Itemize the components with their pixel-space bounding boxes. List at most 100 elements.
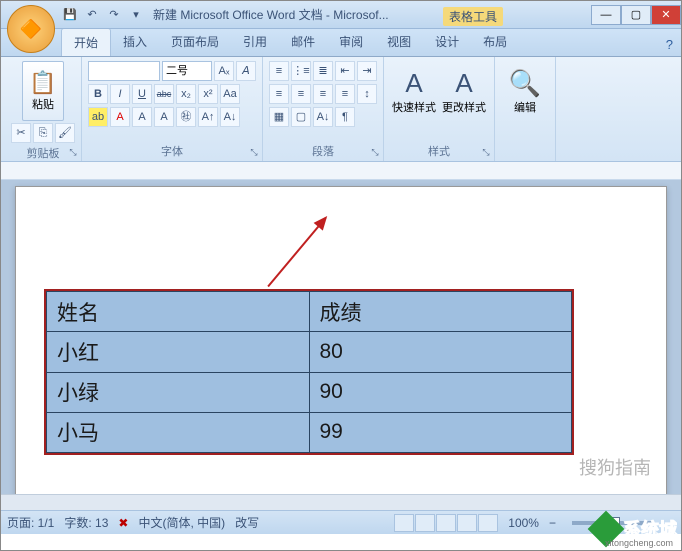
change-case-button[interactable]: Aa <box>220 84 240 104</box>
grow-font-button[interactable]: A↑ <box>198 107 218 127</box>
maximize-button[interactable]: ▢ <box>621 5 651 25</box>
group-label-styles: 样式 <box>390 141 488 159</box>
zoom-level[interactable]: 100% <box>508 516 539 530</box>
group-label-font: 字体 <box>88 141 256 159</box>
enclose-char-button[interactable]: ㊓ <box>176 107 196 127</box>
title-bar: 🔶 💾 ↶ ↷ ▾ 新建 Microsoft Office Word 文档 - … <box>1 1 681 29</box>
font-name-select[interactable] <box>88 61 160 81</box>
group-label-clipboard: 剪贴板 <box>11 143 75 161</box>
quick-styles-button[interactable]: A 快速样式 <box>390 61 438 121</box>
group-editing: 🔍 编辑 <box>495 57 556 161</box>
align-center-button[interactable]: ≡ <box>291 84 311 104</box>
table-cell[interactable]: 小绿 <box>47 372 310 412</box>
multilevel-button[interactable]: ≣ <box>313 61 333 81</box>
paragraph-launcher[interactable]: ⤡ <box>369 147 381 159</box>
show-marks-button[interactable]: ¶ <box>335 107 355 127</box>
zoom-out-button[interactable]: − <box>549 516 556 530</box>
editing-button[interactable]: 🔍 编辑 <box>501 61 549 121</box>
paste-button[interactable]: 📋 粘贴 <box>22 61 64 121</box>
editing-label: 编辑 <box>514 99 536 115</box>
italic-button[interactable]: I <box>110 84 130 104</box>
highlight-button[interactable]: ab <box>88 107 108 127</box>
phonetic-button[interactable]: A <box>132 107 152 127</box>
change-styles-button[interactable]: A 更改样式 <box>440 61 488 121</box>
tab-page-layout[interactable]: 页面布局 <box>159 28 231 56</box>
table-cell[interactable]: 姓名 <box>47 292 310 332</box>
table-cell[interactable]: 80 <box>309 332 572 372</box>
subscript-button[interactable]: x₂ <box>176 84 196 104</box>
qat-redo[interactable]: ↷ <box>105 6 123 24</box>
tab-layout[interactable]: 布局 <box>471 28 519 56</box>
ribbon-tabs: 开始 插入 页面布局 引用 邮件 审阅 视图 设计 布局 ? <box>1 29 681 57</box>
bold-button[interactable]: B <box>88 84 108 104</box>
view-full-reading[interactable] <box>415 514 435 532</box>
char-shading-button[interactable]: A <box>154 107 174 127</box>
window-controls: — ▢ ✕ <box>591 5 681 25</box>
sort-button[interactable]: A↓ <box>313 107 333 127</box>
line-spacing-button[interactable]: ↕ <box>357 84 377 104</box>
table-cell[interactable]: 90 <box>309 372 572 412</box>
tab-design[interactable]: 设计 <box>423 28 471 56</box>
table-row[interactable]: 小马 99 <box>47 412 572 452</box>
shading-button[interactable]: ▦ <box>269 107 289 127</box>
tab-insert[interactable]: 插入 <box>111 28 159 56</box>
bullets-button[interactable]: ≡ <box>269 61 289 81</box>
underline-button[interactable]: U <box>132 84 152 104</box>
strike-button[interactable]: abc <box>154 84 174 104</box>
status-language[interactable]: 中文(简体, 中国) <box>138 514 225 531</box>
clipboard-launcher[interactable]: ⤡ <box>67 147 79 159</box>
inc-indent-button[interactable]: ⇥ <box>357 61 377 81</box>
help-button[interactable]: ? <box>666 37 673 56</box>
numbering-button[interactable]: ⋮≡ <box>291 61 311 81</box>
table-cell[interactable]: 小红 <box>47 332 310 372</box>
tab-view[interactable]: 视图 <box>375 28 423 56</box>
font-launcher[interactable]: ⤡ <box>248 147 260 159</box>
copy-button[interactable]: ⎘ <box>33 123 53 143</box>
page[interactable]: 姓名 成绩 小红 80 小绿 90 小马 99 <box>15 186 667 506</box>
align-justify-button[interactable]: ≡ <box>335 84 355 104</box>
shrink-font-button[interactable]: A↓ <box>220 107 240 127</box>
close-button[interactable]: ✕ <box>651 5 681 25</box>
qat-save[interactable]: 💾 <box>61 6 79 24</box>
superscript-button[interactable]: x² <box>198 84 218 104</box>
align-right-button[interactable]: ≡ <box>313 84 333 104</box>
qat-undo[interactable]: ↶ <box>83 6 101 24</box>
align-left-button[interactable]: ≡ <box>269 84 289 104</box>
view-web[interactable] <box>436 514 456 532</box>
status-words[interactable]: 字数: 13 <box>64 514 108 531</box>
format-painter-button[interactable]: 🖌 <box>55 123 75 143</box>
word-table[interactable]: 姓名 成绩 小红 80 小绿 90 小马 99 <box>46 291 572 453</box>
font-size-select[interactable]: 二号 <box>162 61 212 81</box>
tab-references[interactable]: 引用 <box>231 28 279 56</box>
cut-button[interactable]: ✂ <box>11 123 31 143</box>
group-label-paragraph: 段落 <box>269 141 377 159</box>
table-selection-frame: 姓名 成绩 小红 80 小绿 90 小马 99 <box>44 289 574 455</box>
table-cell[interactable]: 成绩 <box>309 292 572 332</box>
group-styles: A 快速样式 A 更改样式 样式 ⤡ <box>384 57 495 161</box>
tab-review[interactable]: 审阅 <box>327 28 375 56</box>
quick-styles-icon: A <box>405 68 422 99</box>
minimize-button[interactable]: — <box>591 5 621 25</box>
char-border-button[interactable]: 𝘈 <box>236 61 256 81</box>
tab-home[interactable]: 开始 <box>61 28 111 56</box>
table-row[interactable]: 小绿 90 <box>47 372 572 412</box>
ruler[interactable] <box>1 162 681 180</box>
status-mode[interactable]: 改写 <box>235 514 259 531</box>
view-draft[interactable] <box>478 514 498 532</box>
table-row[interactable]: 姓名 成绩 <box>47 292 572 332</box>
dec-indent-button[interactable]: ⇤ <box>335 61 355 81</box>
table-cell[interactable]: 99 <box>309 412 572 452</box>
status-page[interactable]: 页面: 1/1 <box>7 514 54 531</box>
table-cell[interactable]: 小马 <box>47 412 310 452</box>
tab-mailings[interactable]: 邮件 <box>279 28 327 56</box>
view-outline[interactable] <box>457 514 477 532</box>
view-print-layout[interactable] <box>394 514 414 532</box>
font-color-button[interactable]: A <box>110 107 130 127</box>
office-button[interactable]: 🔶 <box>7 5 55 53</box>
horizontal-scrollbar[interactable] <box>1 494 681 510</box>
qat-dropdown[interactable]: ▾ <box>127 6 145 24</box>
styles-launcher[interactable]: ⤡ <box>480 147 492 159</box>
clear-format-button[interactable]: Aₓ <box>214 61 234 81</box>
table-row[interactable]: 小红 80 <box>47 332 572 372</box>
borders-button[interactable]: ▢ <box>291 107 311 127</box>
